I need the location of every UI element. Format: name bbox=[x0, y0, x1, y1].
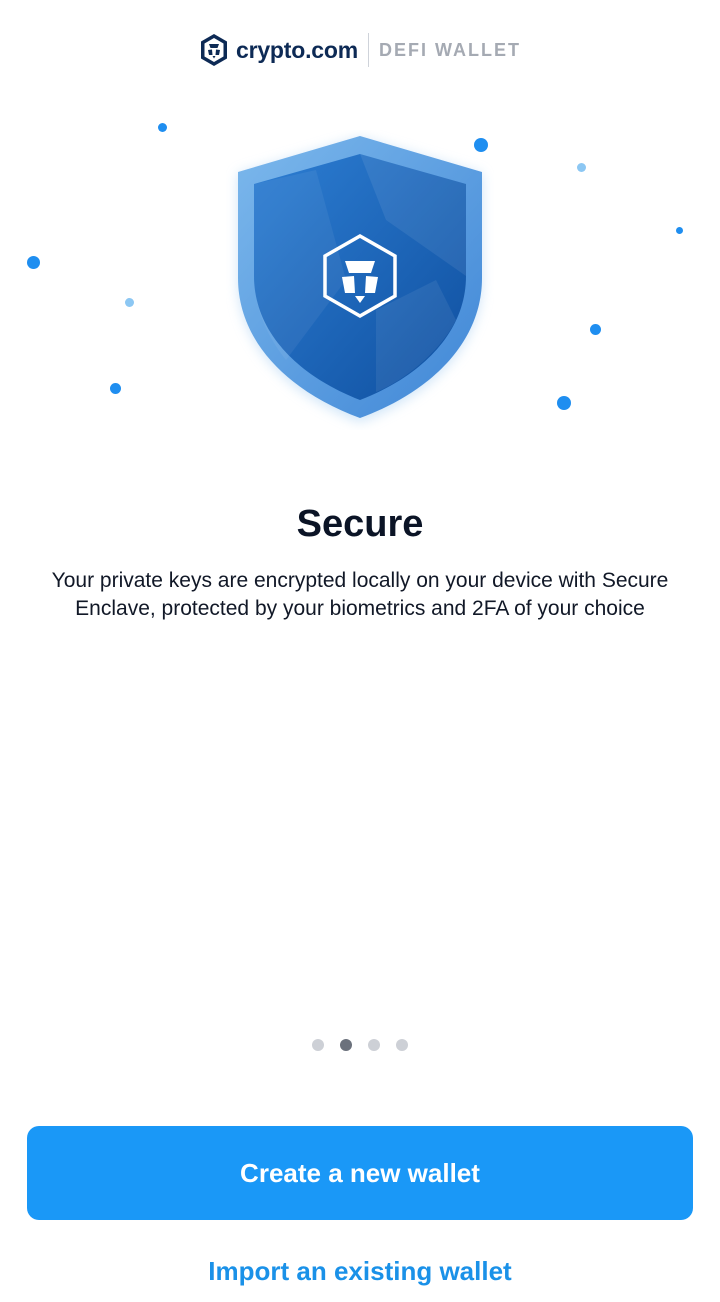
page-indicator bbox=[0, 1039, 720, 1051]
app-header: crypto.com DEFI WALLET bbox=[0, 30, 720, 70]
decor-dot bbox=[590, 324, 601, 335]
brand-subtitle: DEFI WALLET bbox=[378, 39, 521, 60]
brand-divider bbox=[367, 33, 369, 67]
decor-dot bbox=[577, 163, 586, 172]
page-dot-3[interactable] bbox=[368, 1039, 380, 1051]
create-wallet-button[interactable]: Create a new wallet bbox=[27, 1126, 693, 1220]
decor-dot bbox=[676, 227, 683, 234]
page-description: Your private keys are encrypted locally … bbox=[51, 569, 669, 620]
decor-dot bbox=[27, 256, 40, 269]
decor-dot bbox=[557, 396, 571, 410]
page-dot-2-active[interactable] bbox=[340, 1039, 352, 1051]
brand-name: crypto.com bbox=[236, 36, 358, 63]
crypto-com-lion-icon bbox=[201, 34, 227, 66]
shield-icon bbox=[238, 136, 482, 422]
page-title: Secure bbox=[296, 503, 424, 545]
page-dot-1[interactable] bbox=[312, 1039, 324, 1051]
decor-dot bbox=[110, 383, 121, 394]
page-dot-4[interactable] bbox=[396, 1039, 408, 1051]
decor-dot bbox=[125, 298, 134, 307]
decor-dot bbox=[158, 123, 167, 132]
import-wallet-link[interactable]: Import an existing wallet bbox=[0, 1256, 720, 1287]
